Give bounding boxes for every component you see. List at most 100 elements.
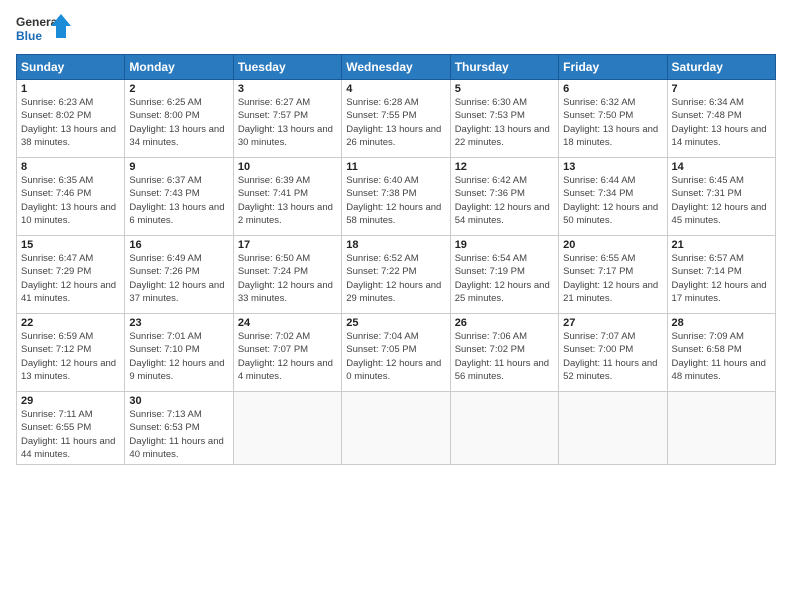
calendar-cell: 15Sunrise: 6:47 AMSunset: 7:29 PMDayligh… [17, 236, 125, 314]
calendar-cell: 19Sunrise: 6:54 AMSunset: 7:19 PMDayligh… [450, 236, 558, 314]
day-number: 7 [672, 83, 771, 95]
day-number: 1 [21, 83, 120, 95]
calendar-cell: 26Sunrise: 7:06 AMSunset: 7:02 PMDayligh… [450, 314, 558, 392]
day-number: 8 [21, 161, 120, 173]
page: General Blue SundayMondayTuesdayWednesda… [0, 0, 792, 612]
calendar-cell: 1Sunrise: 6:23 AMSunset: 8:02 PMDaylight… [17, 80, 125, 158]
calendar-cell: 4Sunrise: 6:28 AMSunset: 7:55 PMDaylight… [342, 80, 450, 158]
day-info: Sunrise: 6:28 AMSunset: 7:55 PMDaylight:… [346, 96, 445, 149]
calendar-week-row: 22Sunrise: 6:59 AMSunset: 7:12 PMDayligh… [17, 314, 776, 392]
day-number: 19 [455, 239, 554, 251]
calendar-week-row: 1Sunrise: 6:23 AMSunset: 8:02 PMDaylight… [17, 80, 776, 158]
day-number: 14 [672, 161, 771, 173]
calendar-cell [450, 392, 558, 465]
calendar-cell: 14Sunrise: 6:45 AMSunset: 7:31 PMDayligh… [667, 158, 775, 236]
day-number: 26 [455, 317, 554, 329]
day-info: Sunrise: 7:02 AMSunset: 7:07 PMDaylight:… [238, 330, 337, 383]
calendar-cell: 9Sunrise: 6:37 AMSunset: 7:43 PMDaylight… [125, 158, 233, 236]
day-number: 10 [238, 161, 337, 173]
day-number: 11 [346, 161, 445, 173]
calendar-cell: 24Sunrise: 7:02 AMSunset: 7:07 PMDayligh… [233, 314, 341, 392]
day-info: Sunrise: 6:47 AMSunset: 7:29 PMDaylight:… [21, 252, 120, 305]
logo: General Blue [16, 12, 71, 48]
day-number: 17 [238, 239, 337, 251]
day-info: Sunrise: 6:27 AMSunset: 7:57 PMDaylight:… [238, 96, 337, 149]
calendar-cell: 18Sunrise: 6:52 AMSunset: 7:22 PMDayligh… [342, 236, 450, 314]
svg-text:Blue: Blue [16, 29, 42, 43]
calendar-week-row: 8Sunrise: 6:35 AMSunset: 7:46 PMDaylight… [17, 158, 776, 236]
calendar-cell [667, 392, 775, 465]
calendar-cell: 17Sunrise: 6:50 AMSunset: 7:24 PMDayligh… [233, 236, 341, 314]
calendar-cell: 28Sunrise: 7:09 AMSunset: 6:58 PMDayligh… [667, 314, 775, 392]
calendar-cell [342, 392, 450, 465]
day-info: Sunrise: 7:04 AMSunset: 7:05 PMDaylight:… [346, 330, 445, 383]
day-number: 18 [346, 239, 445, 251]
day-number: 16 [129, 239, 228, 251]
col-header-thursday: Thursday [450, 55, 558, 80]
day-number: 23 [129, 317, 228, 329]
calendar-cell [233, 392, 341, 465]
logo-svg: General Blue [16, 12, 71, 48]
day-info: Sunrise: 6:49 AMSunset: 7:26 PMDaylight:… [129, 252, 228, 305]
day-number: 24 [238, 317, 337, 329]
col-header-sunday: Sunday [17, 55, 125, 80]
day-number: 28 [672, 317, 771, 329]
calendar-cell: 12Sunrise: 6:42 AMSunset: 7:36 PMDayligh… [450, 158, 558, 236]
day-number: 15 [21, 239, 120, 251]
day-number: 5 [455, 83, 554, 95]
day-info: Sunrise: 6:45 AMSunset: 7:31 PMDaylight:… [672, 174, 771, 227]
day-info: Sunrise: 7:09 AMSunset: 6:58 PMDaylight:… [672, 330, 771, 383]
day-info: Sunrise: 6:50 AMSunset: 7:24 PMDaylight:… [238, 252, 337, 305]
day-number: 30 [129, 395, 228, 407]
day-info: Sunrise: 6:25 AMSunset: 8:00 PMDaylight:… [129, 96, 228, 149]
day-info: Sunrise: 7:06 AMSunset: 7:02 PMDaylight:… [455, 330, 554, 383]
day-info: Sunrise: 6:54 AMSunset: 7:19 PMDaylight:… [455, 252, 554, 305]
col-header-wednesday: Wednesday [342, 55, 450, 80]
day-number: 6 [563, 83, 662, 95]
calendar-cell: 5Sunrise: 6:30 AMSunset: 7:53 PMDaylight… [450, 80, 558, 158]
day-info: Sunrise: 6:57 AMSunset: 7:14 PMDaylight:… [672, 252, 771, 305]
calendar-week-row: 15Sunrise: 6:47 AMSunset: 7:29 PMDayligh… [17, 236, 776, 314]
day-info: Sunrise: 6:32 AMSunset: 7:50 PMDaylight:… [563, 96, 662, 149]
day-info: Sunrise: 6:39 AMSunset: 7:41 PMDaylight:… [238, 174, 337, 227]
calendar-cell: 13Sunrise: 6:44 AMSunset: 7:34 PMDayligh… [559, 158, 667, 236]
day-info: Sunrise: 7:11 AMSunset: 6:55 PMDaylight:… [21, 408, 120, 461]
day-number: 25 [346, 317, 445, 329]
calendar-cell: 7Sunrise: 6:34 AMSunset: 7:48 PMDaylight… [667, 80, 775, 158]
day-number: 13 [563, 161, 662, 173]
calendar-cell: 8Sunrise: 6:35 AMSunset: 7:46 PMDaylight… [17, 158, 125, 236]
header: General Blue [16, 12, 776, 48]
day-info: Sunrise: 7:01 AMSunset: 7:10 PMDaylight:… [129, 330, 228, 383]
calendar-cell: 2Sunrise: 6:25 AMSunset: 8:00 PMDaylight… [125, 80, 233, 158]
day-number: 12 [455, 161, 554, 173]
day-info: Sunrise: 6:52 AMSunset: 7:22 PMDaylight:… [346, 252, 445, 305]
calendar-cell: 11Sunrise: 6:40 AMSunset: 7:38 PMDayligh… [342, 158, 450, 236]
day-info: Sunrise: 7:07 AMSunset: 7:00 PMDaylight:… [563, 330, 662, 383]
day-info: Sunrise: 6:44 AMSunset: 7:34 PMDaylight:… [563, 174, 662, 227]
day-info: Sunrise: 6:42 AMSunset: 7:36 PMDaylight:… [455, 174, 554, 227]
calendar-cell: 27Sunrise: 7:07 AMSunset: 7:00 PMDayligh… [559, 314, 667, 392]
col-header-monday: Monday [125, 55, 233, 80]
day-info: Sunrise: 6:59 AMSunset: 7:12 PMDaylight:… [21, 330, 120, 383]
day-info: Sunrise: 6:34 AMSunset: 7:48 PMDaylight:… [672, 96, 771, 149]
calendar-cell: 22Sunrise: 6:59 AMSunset: 7:12 PMDayligh… [17, 314, 125, 392]
calendar-header-row: SundayMondayTuesdayWednesdayThursdayFrid… [17, 55, 776, 80]
day-number: 2 [129, 83, 228, 95]
day-info: Sunrise: 6:23 AMSunset: 8:02 PMDaylight:… [21, 96, 120, 149]
calendar-cell: 10Sunrise: 6:39 AMSunset: 7:41 PMDayligh… [233, 158, 341, 236]
day-info: Sunrise: 6:37 AMSunset: 7:43 PMDaylight:… [129, 174, 228, 227]
day-info: Sunrise: 6:40 AMSunset: 7:38 PMDaylight:… [346, 174, 445, 227]
calendar-table: SundayMondayTuesdayWednesdayThursdayFrid… [16, 54, 776, 465]
calendar-cell [559, 392, 667, 465]
calendar-cell: 21Sunrise: 6:57 AMSunset: 7:14 PMDayligh… [667, 236, 775, 314]
calendar-cell: 20Sunrise: 6:55 AMSunset: 7:17 PMDayligh… [559, 236, 667, 314]
calendar-cell: 29Sunrise: 7:11 AMSunset: 6:55 PMDayligh… [17, 392, 125, 465]
calendar-cell: 6Sunrise: 6:32 AMSunset: 7:50 PMDaylight… [559, 80, 667, 158]
day-info: Sunrise: 6:55 AMSunset: 7:17 PMDaylight:… [563, 252, 662, 305]
calendar-cell: 23Sunrise: 7:01 AMSunset: 7:10 PMDayligh… [125, 314, 233, 392]
day-number: 29 [21, 395, 120, 407]
calendar-cell: 30Sunrise: 7:13 AMSunset: 6:53 PMDayligh… [125, 392, 233, 465]
day-number: 20 [563, 239, 662, 251]
day-number: 27 [563, 317, 662, 329]
col-header-saturday: Saturday [667, 55, 775, 80]
